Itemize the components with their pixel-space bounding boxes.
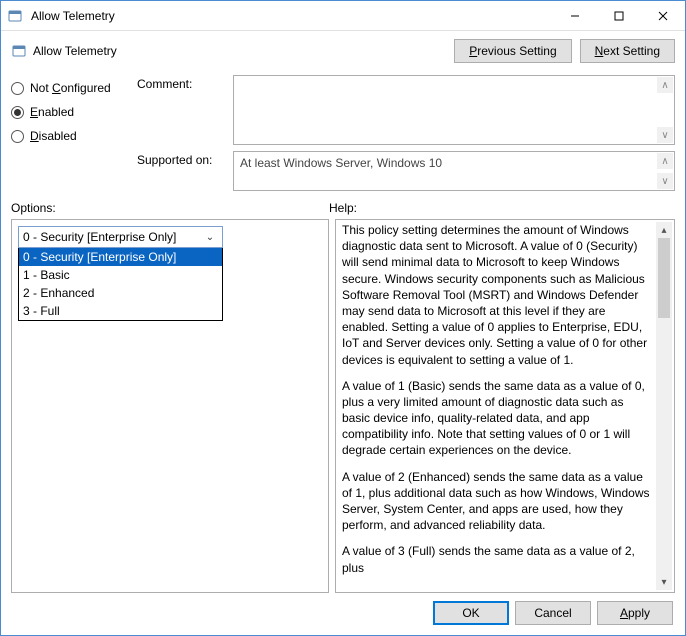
radio-not-configured[interactable]: Not Configured [11,81,129,95]
titlebar: Allow Telemetry [1,1,685,31]
radio-icon [11,106,24,119]
select-dropdown: 0 - Security [Enterprise Only] 1 - Basic… [18,248,223,321]
scroll-down-icon[interactable]: ∨ [657,173,673,189]
help-text: This policy setting determines the amoun… [342,222,672,590]
maximize-button[interactable] [597,1,641,30]
help-label: Help: [329,201,675,215]
comment-textarea[interactable]: ∧ ∨ [233,75,675,145]
scroll-up-icon[interactable]: ∧ [657,153,673,169]
radio-icon [11,82,24,95]
comment-label: Comment: [137,75,229,91]
options-pane: 0 - Security [Enterprise Only] ⌄ 0 - Sec… [11,219,329,593]
radio-label: Enabled [30,105,74,119]
telemetry-level-select[interactable]: 0 - Security [Enterprise Only] ⌄ 0 - Sec… [18,226,223,321]
select-option[interactable]: 2 - Enhanced [19,284,222,302]
next-setting-button[interactable]: Next Setting [580,39,675,63]
options-label: Options: [11,201,329,215]
policy-icon [11,43,27,59]
chevron-down-icon: ⌄ [202,232,218,243]
apply-button[interactable]: Apply [597,601,673,625]
scroll-up-icon[interactable]: ▴ [656,222,672,238]
scroll-down-icon[interactable]: ∨ [657,127,673,143]
scroll-thumb[interactable] [658,238,670,318]
window-title: Allow Telemetry [29,9,553,23]
radio-icon [11,130,24,143]
scroll-up-icon[interactable]: ∧ [657,77,673,93]
scroll-down-icon[interactable]: ▾ [656,574,672,590]
select-option[interactable]: 3 - Full [19,302,222,320]
radio-label: Not Configured [30,81,111,95]
page-title: Allow Telemetry [33,44,454,58]
app-icon [7,8,23,24]
supported-on-field: At least Windows Server, Windows 10 ∧ ∨ [233,151,675,191]
previous-setting-button[interactable]: Previous Setting [454,39,571,63]
select-option[interactable]: 1 - Basic [19,266,222,284]
minimize-button[interactable] [553,1,597,30]
radio-label: Disabled [30,129,77,143]
scrollbar[interactable]: ▴ ▾ [656,222,672,590]
supported-on-value: At least Windows Server, Windows 10 [240,156,442,170]
help-pane: This policy setting determines the amoun… [335,219,675,593]
radio-disabled[interactable]: Disabled [11,129,129,143]
cancel-button[interactable]: Cancel [515,601,591,625]
supported-on-label: Supported on: [137,151,229,167]
close-button[interactable] [641,1,685,30]
select-option[interactable]: 0 - Security [Enterprise Only] [19,248,222,266]
radio-enabled[interactable]: Enabled [11,105,129,119]
ok-button[interactable]: OK [433,601,509,625]
select-value: 0 - Security [Enterprise Only] [23,230,202,244]
